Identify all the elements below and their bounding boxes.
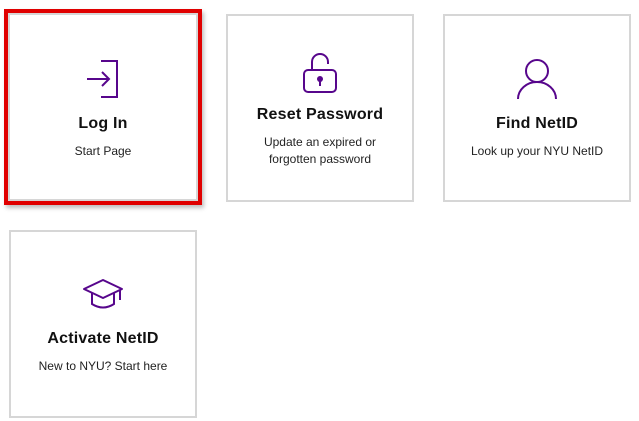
find-netid-card-title: Find NetID: [496, 115, 578, 132]
reset-password-card-description: Update an expired or forgotten password: [263, 135, 377, 166]
sign-in-arrow-icon: [10, 59, 196, 99]
netid-options-grid: Log In Start Page Reset Password Update …: [0, 0, 639, 421]
activate-netid-card-description: New to NYU? Start here: [38, 359, 168, 373]
reset-password-card-title: Reset Password: [256, 106, 384, 123]
graduation-cap-icon: [11, 278, 195, 312]
activate-netid-card-title: Activate NetID: [47, 330, 159, 347]
login-card[interactable]: Log In Start Page: [4, 9, 202, 205]
unlocked-padlock-icon: [228, 50, 412, 94]
find-netid-card[interactable]: Find NetID Look up your NYU NetID: [443, 14, 631, 202]
reset-password-card[interactable]: Reset Password Update an expired or forg…: [226, 14, 414, 202]
person-icon: [445, 58, 629, 100]
find-netid-card-description: Look up your NYU NetID: [470, 144, 604, 158]
login-card-description: Start Page: [74, 144, 132, 158]
activate-netid-card[interactable]: Activate NetID New to NYU? Start here: [9, 230, 197, 418]
login-card-title: Log In: [78, 115, 128, 132]
